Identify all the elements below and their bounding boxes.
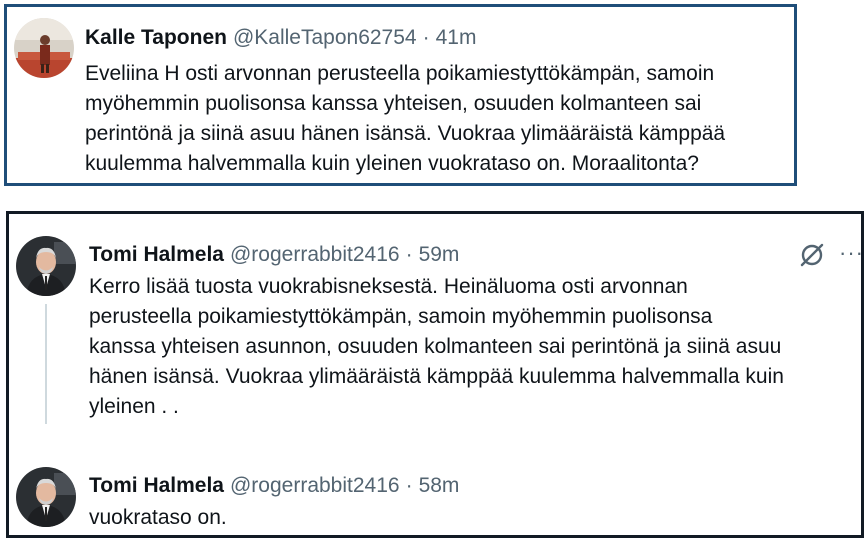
author-name[interactable]: Tomi Halmela bbox=[89, 474, 224, 497]
avatar-kalle-image bbox=[14, 18, 74, 78]
timestamp[interactable]: 58m bbox=[419, 474, 460, 497]
timestamp[interactable]: 41m bbox=[436, 26, 477, 49]
thread-connector-line bbox=[45, 304, 47, 424]
avatar-tomi[interactable] bbox=[16, 236, 76, 296]
timestamp[interactable]: 59m bbox=[419, 243, 460, 266]
separator-dot: · bbox=[405, 243, 413, 266]
avatar-kalle[interactable] bbox=[14, 18, 74, 78]
tweet-header: Tomi Halmela @rogerrabbit2416 · 59m bbox=[89, 244, 459, 265]
author-name[interactable]: Kalle Taponen bbox=[85, 26, 227, 49]
author-handle[interactable]: @KalleTapon62754 bbox=[233, 26, 417, 49]
tweet-text: Eveliina H osti arvonnan perusteella poi… bbox=[85, 62, 726, 175]
grok-icon[interactable] bbox=[797, 240, 827, 270]
tweet-card-kalle[interactable]: Kalle Taponen @KalleTapon62754 · 41m Evelii… bbox=[4, 4, 797, 186]
more-horizontal-icon[interactable]: ··· bbox=[839, 242, 864, 264]
separator-dot: · bbox=[405, 474, 413, 497]
avatar-tomi[interactable] bbox=[16, 467, 76, 527]
author-handle[interactable]: @rogerrabbit2416 bbox=[230, 474, 400, 497]
tweet-text: Kerro lisää tuosta vuokrabisneksestä. He… bbox=[89, 275, 784, 418]
separator-dot: · bbox=[422, 26, 430, 49]
avatar-tomi-image bbox=[16, 236, 76, 296]
author-name[interactable]: Tomi Halmela bbox=[89, 243, 224, 266]
author-handle[interactable]: @rogerrabbit2416 bbox=[230, 243, 400, 266]
tweet-header: Kalle Taponen @KalleTapon62754 · 41m bbox=[85, 27, 476, 48]
tweet-thread-tomi: Tomi Halmela @rogerrabbit2416 · 59m ··· Ker… bbox=[6, 211, 864, 538]
tweet-header: Tomi Halmela @rogerrabbit2416 · 58m bbox=[89, 475, 459, 496]
tweet-text: vuokrataso on. bbox=[89, 506, 227, 529]
avatar-tomi-image bbox=[16, 467, 76, 527]
